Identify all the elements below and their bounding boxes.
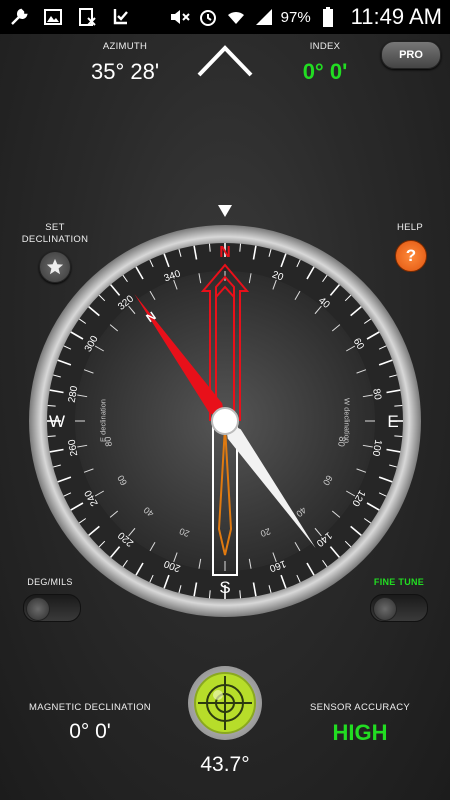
- toggle-knob: [26, 597, 50, 621]
- azimuth-label: AZIMUTH: [102, 41, 148, 52]
- status-bar: 97% 11:49 AM: [0, 0, 450, 34]
- fine-tune-label: FINE TUNE: [373, 577, 425, 587]
- status-time: 11:49 AM: [350, 4, 442, 29]
- xls-file-icon: [76, 6, 98, 28]
- download-check-icon: [110, 6, 132, 28]
- wrench-icon: [8, 6, 30, 28]
- needle-pivot: [211, 407, 239, 435]
- mute-icon: [169, 6, 191, 28]
- signal-icon: [253, 6, 275, 28]
- battery-percentage: 97%: [280, 8, 311, 26]
- fine-tune-toggle[interactable]: [370, 594, 428, 622]
- lubber-line: [217, 426, 233, 556]
- compass-needles: [134, 263, 316, 576]
- alarm-icon: [197, 6, 219, 28]
- bubble-level: [188, 666, 262, 740]
- toggle-knob: [373, 597, 397, 621]
- battery-icon: [317, 6, 339, 28]
- image-icon: [42, 6, 64, 28]
- deg-mils-label: DEG/MILS: [27, 577, 73, 587]
- index-value: 0° 0': [302, 59, 348, 84]
- pro-button[interactable]: PRO: [381, 41, 441, 69]
- magnetic-declination-value: 0° 0': [69, 720, 111, 743]
- sensor-accuracy-label: SENSOR ACCURACY: [309, 702, 411, 713]
- chevron-up-icon[interactable]: [196, 44, 254, 78]
- deg-mils-toggle[interactable]: [23, 594, 81, 622]
- index-label: INDEX: [309, 41, 341, 52]
- tilt-value: 43.7°: [200, 753, 250, 776]
- wifi-icon: [225, 6, 247, 28]
- azimuth-value: 35° 28': [90, 59, 160, 84]
- sensor-accuracy-value: HIGH: [332, 720, 388, 745]
- magnetic-declination-label: MAGNETIC DECLINATION: [29, 702, 151, 713]
